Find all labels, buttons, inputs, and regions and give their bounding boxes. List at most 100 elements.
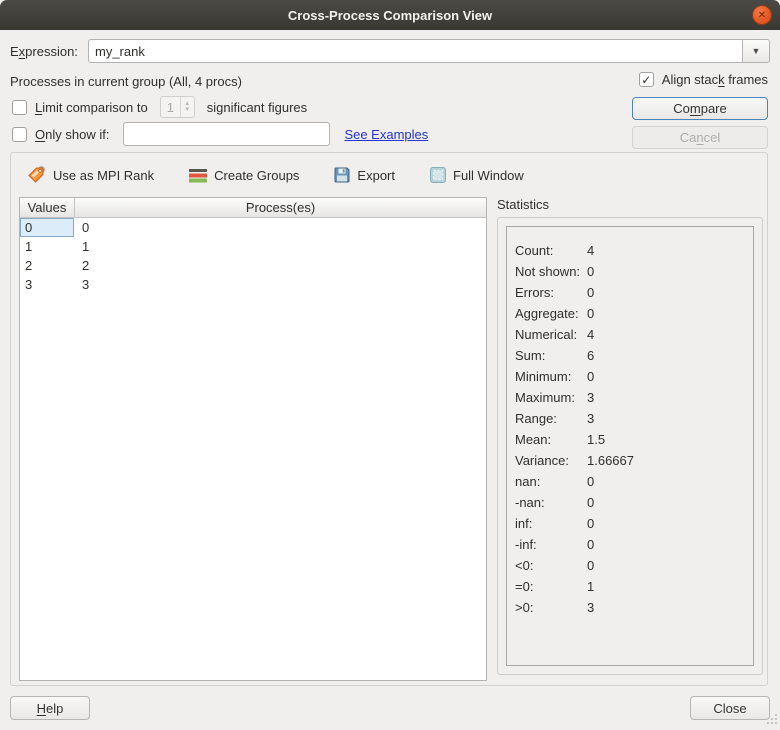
close-button[interactable]: Close <box>690 696 770 720</box>
statistic-row: inf: 0 <box>515 513 745 534</box>
align-stack-frames-label: Align stack frames <box>662 72 768 87</box>
tag-icon <box>27 166 46 184</box>
expression-label: Expression: <box>10 44 88 59</box>
only-show-if-input[interactable] <box>123 122 330 146</box>
table-body: 0 0 1 1 2 2 3 3 <box>20 218 486 294</box>
floppy-disk-icon <box>334 167 350 183</box>
statistic-row: -nan: 0 <box>515 492 745 513</box>
compare-button[interactable]: Compare <box>632 97 768 120</box>
statistic-row: <0: 0 <box>515 555 745 576</box>
results-groupbox: Use as MPI Rank Create Groups <box>10 152 768 686</box>
tool-label: Full Window <box>453 168 524 183</box>
chevron-down-icon[interactable]: ▼ <box>742 40 769 62</box>
use-as-mpi-rank-button[interactable]: Use as MPI Rank <box>23 163 158 187</box>
export-button[interactable]: Export <box>330 164 399 186</box>
statistic-label: Mean: <box>515 432 587 447</box>
expression-input[interactable]: my_rank <box>89 40 742 62</box>
statistic-row: Variance: 1.66667 <box>515 450 745 471</box>
see-examples-link[interactable]: See Examples <box>344 127 428 142</box>
create-groups-button[interactable]: Create Groups <box>185 165 303 186</box>
statistic-row: >0: 3 <box>515 597 745 618</box>
statistic-label: Maximum: <box>515 390 587 405</box>
processes-group-info: Processes in current group (All, 4 procs… <box>10 74 242 89</box>
statistic-value: 0 <box>587 537 594 552</box>
spinner-arrows-icon[interactable]: ▲▼ <box>180 97 194 117</box>
help-button[interactable]: Help <box>10 696 90 720</box>
align-stack-frames-checkbox[interactable]: ✓ <box>639 72 654 87</box>
value-cell[interactable]: 3 <box>20 275 74 294</box>
statistic-label: =0: <box>515 579 587 594</box>
statistic-value: 3 <box>587 411 594 426</box>
statistic-row: Sum: 6 <box>515 345 745 366</box>
statistic-row: Not shown: 0 <box>515 261 745 282</box>
column-header-processes[interactable]: Process(es) <box>75 198 486 217</box>
expression-combobox[interactable]: my_rank ▼ <box>88 39 770 63</box>
statistic-label: Count: <box>515 243 587 258</box>
value-cell[interactable]: 2 <box>20 256 74 275</box>
statistic-value: 3 <box>587 600 594 615</box>
statistic-value: 4 <box>587 327 594 342</box>
statistic-row: =0: 1 <box>515 576 745 597</box>
only-show-if-checkbox[interactable] <box>12 127 27 142</box>
titlebar[interactable]: Cross-Process Comparison View ✕ <box>0 0 780 30</box>
only-show-if-row: Only show if: See Examples <box>12 122 428 146</box>
limit-comparison-checkbox[interactable] <box>12 100 27 115</box>
value-cell[interactable]: 0 <box>20 218 74 237</box>
significant-figures-label: significant figures <box>207 100 307 115</box>
statistic-row: Numerical: 4 <box>515 324 745 345</box>
window-icon <box>430 167 446 183</box>
statistic-label: Range: <box>515 411 587 426</box>
value-cell[interactable]: 1 <box>20 237 74 256</box>
column-header-values[interactable]: Values <box>20 198 75 217</box>
statistic-label: -nan: <box>515 495 587 510</box>
processes-cell[interactable]: 0 <box>74 218 486 237</box>
statistic-value: 4 <box>587 243 594 258</box>
statistic-label: -inf: <box>515 537 587 552</box>
table-row[interactable]: 2 2 <box>20 256 486 275</box>
statistic-row: Range: 3 <box>515 408 745 429</box>
values-table[interactable]: Values Process(es) 0 0 1 1 2 2 3 3 <box>19 197 487 681</box>
statistic-label: Numerical: <box>515 327 587 342</box>
window-title: Cross-Process Comparison View <box>288 8 492 23</box>
statistics-panel: Count: 4 Not shown: 0 Errors: 0 Aggregat… <box>497 217 763 675</box>
statistic-label: Variance: <box>515 453 587 468</box>
cancel-button[interactable]: Cancel <box>632 126 768 149</box>
expression-row: Expression: my_rank ▼ <box>10 39 770 63</box>
statistic-value: 1 <box>587 579 594 594</box>
statistic-label: Minimum: <box>515 369 587 384</box>
tool-label: Create Groups <box>214 168 299 183</box>
layers-icon <box>189 168 207 183</box>
close-icon[interactable]: ✕ <box>752 5 772 25</box>
limit-comparison-row: Limit comparison to 1 ▲▼ significant fig… <box>12 96 307 118</box>
statistic-label: >0: <box>515 600 587 615</box>
statistic-value: 0 <box>587 285 594 300</box>
table-row[interactable]: 1 1 <box>20 237 486 256</box>
statistic-value: 1.5 <box>587 432 605 447</box>
statistic-value: 0 <box>587 558 594 573</box>
table-header: Values Process(es) <box>20 198 486 218</box>
statistic-row: Minimum: 0 <box>515 366 745 387</box>
statistic-row: Count: 4 <box>515 240 745 261</box>
statistic-value: 0 <box>587 306 594 321</box>
statistic-row: Maximum: 3 <box>515 387 745 408</box>
processes-cell[interactable]: 1 <box>74 237 486 256</box>
table-row[interactable]: 0 0 <box>20 218 486 237</box>
statistic-label: <0: <box>515 558 587 573</box>
statistic-row: nan: 0 <box>515 471 745 492</box>
resize-grip[interactable] <box>765 712 778 728</box>
table-row[interactable]: 3 3 <box>20 275 486 294</box>
statistic-row: Aggregate: 0 <box>515 303 745 324</box>
tool-label: Use as MPI Rank <box>53 168 154 183</box>
toolbar: Use as MPI Rank Create Groups <box>23 161 528 189</box>
statistic-label: Aggregate: <box>515 306 587 321</box>
align-stack-frames-row[interactable]: ✓ Align stack frames <box>639 72 768 87</box>
statistic-value: 6 <box>587 348 594 363</box>
statistic-value: 0 <box>587 495 594 510</box>
processes-cell[interactable]: 3 <box>74 275 486 294</box>
limit-comparison-label: Limit comparison to <box>35 100 148 115</box>
full-window-button[interactable]: Full Window <box>426 164 528 186</box>
statistic-label: Sum: <box>515 348 587 363</box>
processes-cell[interactable]: 2 <box>74 256 486 275</box>
statistic-value: 0 <box>587 264 594 279</box>
significant-figures-spinner[interactable]: 1 ▲▼ <box>160 96 195 118</box>
